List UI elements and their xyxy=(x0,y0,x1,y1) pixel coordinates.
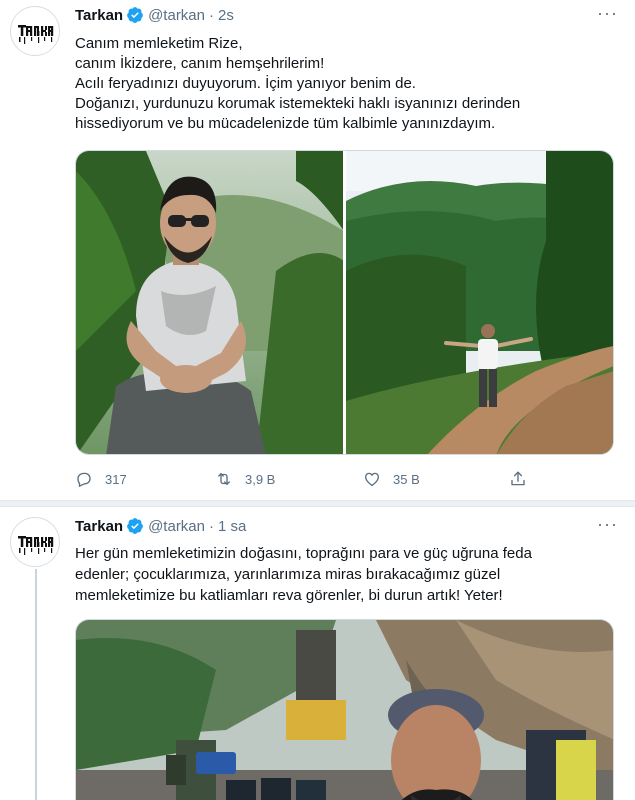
share-button[interactable] xyxy=(509,470,539,488)
tweet-text: Her gün memleketimizin doğasını, toprağı… xyxy=(75,543,620,606)
tweet-header: Tarkan @tarkan · 1 sa xyxy=(75,516,246,536)
tweet-header: Tarkan @tarkan · 2s xyxy=(75,5,234,25)
tarkan-logo-icon xyxy=(13,520,57,564)
retweet-count: 3,9 B xyxy=(245,471,276,487)
tweet-photo[interactable] xyxy=(76,620,613,800)
tweet-text-line: edenler; çocuklarımıza, yarınlarımıza mi… xyxy=(75,566,501,583)
like-button[interactable]: 35 B xyxy=(363,470,420,488)
avatar[interactable] xyxy=(10,517,60,567)
tweet[interactable]: Tarkan @tarkan · 2s ··· Canım memleketim… xyxy=(0,0,635,500)
tweet-text-line: Acılı feryadınızı duyuyorum. İçim yanıyo… xyxy=(75,75,416,92)
retweet-icon xyxy=(218,473,230,485)
tweet-text: Canım memleketim Rize, canım İkizdere, c… xyxy=(75,34,620,134)
tweet-photo[interactable] xyxy=(76,151,343,454)
tweet-media xyxy=(75,150,614,455)
verified-badge-icon xyxy=(127,7,143,23)
timestamp[interactable]: 1 sa xyxy=(218,518,246,535)
thread-connector-line xyxy=(35,569,37,800)
verified-badge-icon xyxy=(127,518,143,534)
timestamp[interactable]: 2s xyxy=(218,7,234,24)
tarkan-logo-icon xyxy=(13,9,57,53)
tweet-text-line: canım İkizdere, canım hemşehrilerim! xyxy=(75,55,325,72)
author-handle[interactable]: @tarkan xyxy=(148,518,205,535)
author-name[interactable]: Tarkan xyxy=(75,518,123,535)
tweet-separator xyxy=(0,500,635,507)
reply-icon xyxy=(77,472,91,488)
more-horizontal-icon[interactable]: ··· xyxy=(597,515,617,539)
like-count: 35 B xyxy=(393,471,420,487)
author-name[interactable]: Tarkan xyxy=(75,7,123,24)
tweet[interactable]: Tarkan @tarkan · 1 sa ··· Her gün memlek… xyxy=(0,507,635,800)
reply-count: 317 xyxy=(105,471,127,487)
tweet-media xyxy=(75,619,614,800)
share-icon xyxy=(511,471,525,486)
separator-dot: · xyxy=(209,6,214,24)
reply-button[interactable]: 317 xyxy=(75,470,127,488)
avatar[interactable] xyxy=(10,6,60,56)
more-horizontal-icon[interactable]: ··· xyxy=(597,4,617,28)
tweet-text-line: memleketimize bu katliamları reva görenl… xyxy=(75,587,503,604)
tweet-photo[interactable] xyxy=(345,151,613,454)
heart-icon xyxy=(364,472,380,487)
retweet-button[interactable]: 3,9 B xyxy=(215,470,275,488)
separator-dot: · xyxy=(209,517,214,535)
author-handle[interactable]: @tarkan xyxy=(148,7,205,24)
tweet-actions: 317 3,9 B 35 B xyxy=(75,470,535,490)
tweet-text-line: Canım memleketim Rize, xyxy=(75,35,243,52)
tweet-text-line: Her gün memleketimizin doğasını, toprağı… xyxy=(75,545,532,562)
tweet-text-line: Doğanızı, yurdunuzu korumak istemekteki … xyxy=(75,95,521,112)
tweet-text-line: hissediyorum ve bu mücadelenizde tüm kal… xyxy=(75,115,496,132)
